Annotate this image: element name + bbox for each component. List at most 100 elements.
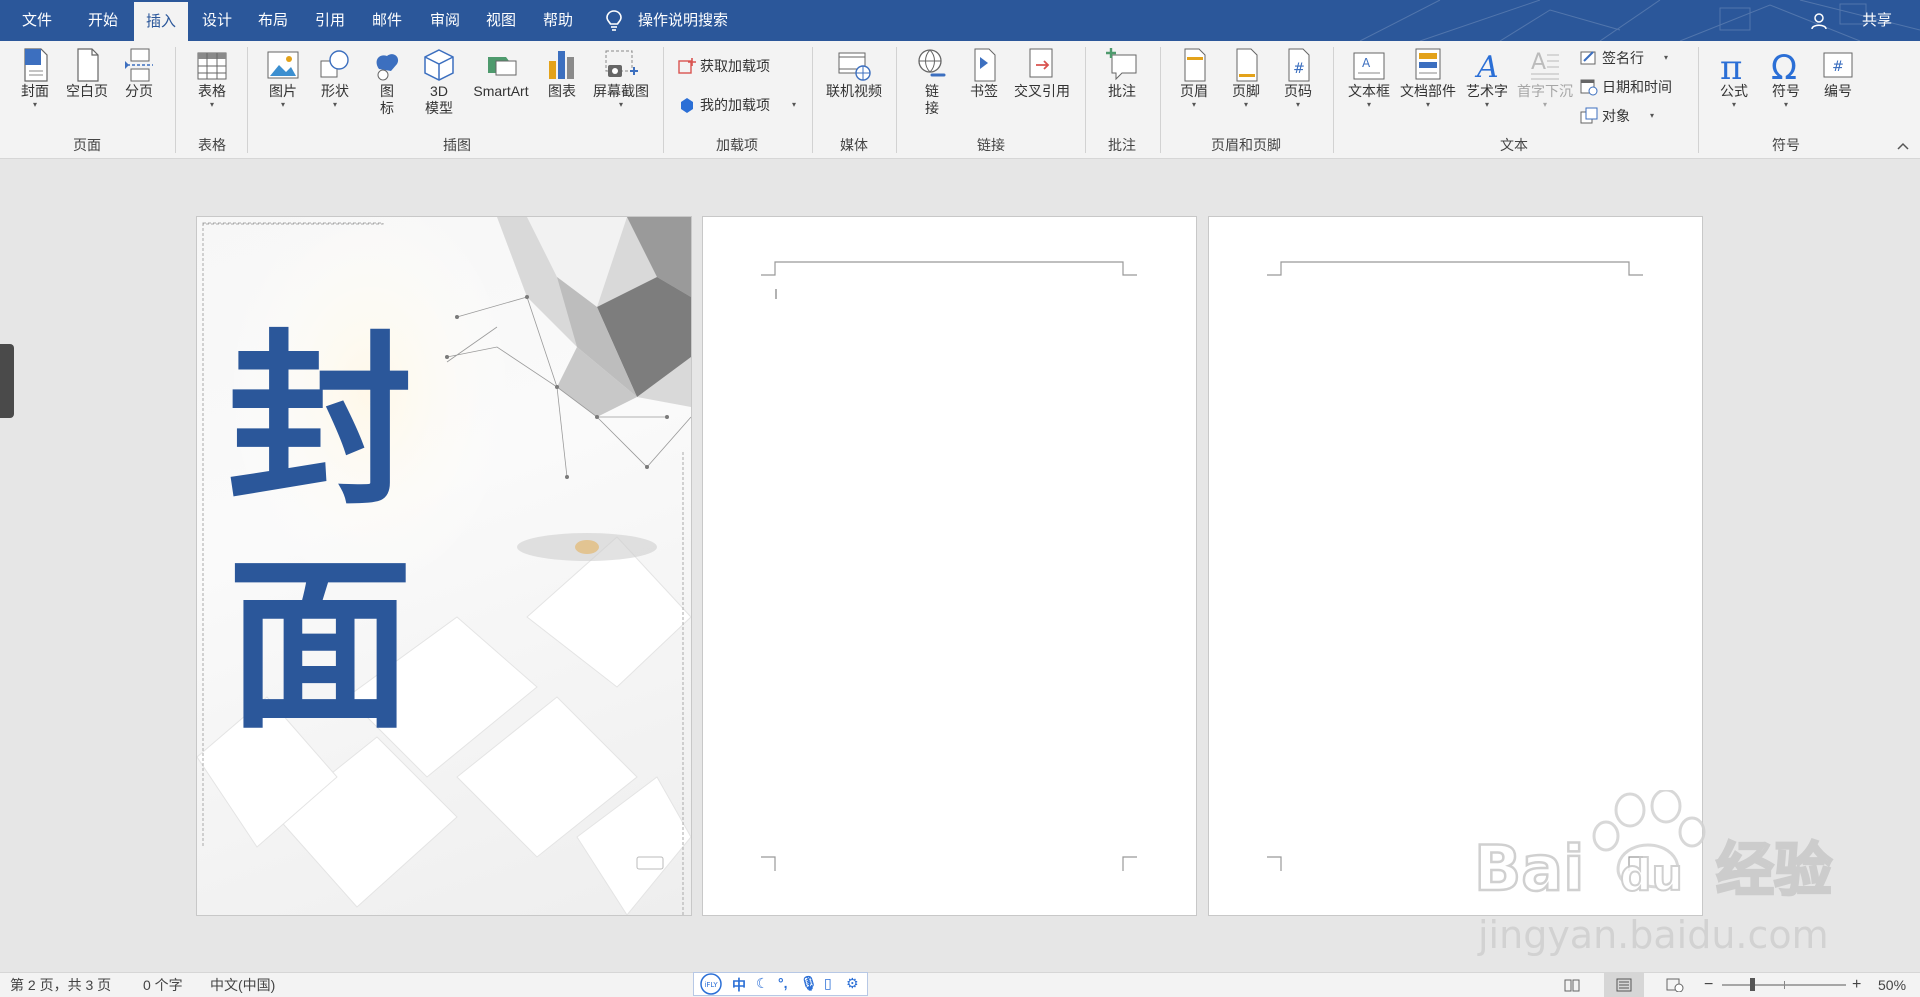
blank-page-button[interactable]: 空白页 — [62, 47, 112, 100]
page-number-button[interactable]: # 页码 ▾ — [1276, 47, 1320, 110]
new-comment-button[interactable]: 批注 — [1096, 47, 1148, 100]
text-box-icon: A — [1353, 52, 1385, 80]
zoom-slider-thumb[interactable] — [1750, 978, 1755, 991]
svg-text:A: A — [1362, 56, 1371, 70]
cover-page-icon — [24, 48, 48, 82]
online-video-button[interactable]: 联机视频 — [822, 47, 886, 100]
keyboard-icon[interactable]: ▯ — [824, 975, 832, 992]
svg-text:#: # — [1293, 61, 1305, 77]
web-layout-icon[interactable] — [1666, 978, 1684, 992]
group-label-links: 链接 — [977, 137, 1005, 153]
chart-button[interactable]: 图表 — [540, 47, 584, 100]
zoom-level[interactable]: 50% — [1878, 973, 1906, 997]
chevron-down-icon: ▾ — [1425, 100, 1430, 109]
group-label-addins: 加载项 — [716, 137, 758, 153]
tab-mailings[interactable]: 邮件 — [360, 0, 414, 41]
shapes-button[interactable]: 形状 ▾ — [312, 47, 358, 110]
language-status[interactable]: 中文(中国) — [210, 973, 275, 997]
3d-models-button[interactable]: 3D 模型 — [414, 47, 464, 117]
tab-home[interactable]: 开始 — [74, 0, 132, 41]
group-separator — [1698, 47, 1699, 153]
header-icon — [1184, 48, 1206, 82]
group-label-illustrations: 插图 — [443, 137, 471, 153]
wordart-button[interactable]: A 艺术字 ▾ — [1462, 47, 1512, 110]
page-count-status[interactable]: 第 2 页，共 3 页 — [10, 973, 111, 997]
bookmark-button[interactable]: 书签 — [962, 47, 1006, 100]
addins-icon — [681, 98, 693, 113]
calendar-clock-icon — [1580, 79, 1598, 96]
moon-icon[interactable]: ☾ — [756, 975, 769, 992]
tab-review[interactable]: 审阅 — [418, 0, 472, 41]
film-globe-icon — [838, 52, 871, 81]
watermark-text-du: du — [1620, 850, 1683, 901]
watermark-text-jingyan: 经验 — [1716, 836, 1832, 904]
group-separator — [1333, 47, 1334, 153]
svg-text:Ω: Ω — [1771, 48, 1797, 83]
icons-button[interactable]: 图 标 — [364, 47, 410, 117]
chevron-down-icon: ▾ — [209, 100, 214, 109]
symbol-button[interactable]: Ω 符号 ▾ — [1762, 47, 1810, 110]
drop-cap-icon: A — [1531, 50, 1559, 80]
document-page-2[interactable] — [702, 216, 1197, 916]
text-box-button[interactable]: A 文本框 ▾ — [1344, 47, 1394, 110]
screenshot-icon — [605, 50, 638, 77]
tab-file[interactable]: 文件 — [8, 0, 66, 41]
cover-page[interactable]: 封 面 — [196, 216, 692, 916]
shapes-icon — [320, 50, 349, 78]
signature-line-button[interactable]: 签名行 ▾ — [1580, 46, 1674, 70]
ime-toolbar[interactable]: iFLY 中 ☾ °, 🎙 ▯ ⚙ — [693, 972, 868, 996]
collapse-ribbon-icon[interactable] — [1896, 139, 1910, 153]
chevron-down-icon: ▾ — [1366, 100, 1371, 109]
wordart-icon: A — [1474, 50, 1499, 83]
page-break-button[interactable]: 分页 — [118, 47, 160, 100]
print-layout-icon — [1616, 978, 1632, 992]
group-separator — [1160, 47, 1161, 153]
equation-button[interactable]: π 公式 ▾ — [1710, 47, 1758, 110]
read-mode-icon[interactable] — [1564, 978, 1580, 992]
chevron-down-icon: ▾ — [1243, 100, 1248, 109]
table-button[interactable]: 表格 ▾ — [188, 47, 236, 110]
share-button[interactable]: 共享 — [1862, 0, 1892, 41]
punctuation-icon[interactable]: °, — [778, 975, 788, 991]
link-button[interactable]: 链 接 — [908, 47, 956, 117]
drop-cap-button[interactable]: A 首字下沉 ▾ — [1514, 47, 1576, 110]
chevron-down-icon: ▾ — [1191, 100, 1196, 109]
chevron-down-icon: ▾ — [618, 100, 623, 109]
person-share-icon — [1811, 13, 1827, 30]
numbering-button[interactable]: # 编号 — [1814, 47, 1862, 100]
cross-reference-button[interactable]: 交叉引用 — [1010, 47, 1074, 100]
tell-me-search[interactable]: 操作说明搜索 — [638, 0, 728, 41]
screenshot-button[interactable]: 屏幕截图 ▾ — [588, 47, 654, 110]
footer-button[interactable]: 页脚 ▾ — [1224, 47, 1268, 110]
signature-pen-icon — [1580, 51, 1596, 65]
tab-help[interactable]: 帮助 — [531, 0, 585, 41]
microphone-icon[interactable]: 🎙 — [800, 975, 818, 992]
pictures-button[interactable]: 图片 ▾ — [260, 47, 306, 110]
header-button[interactable]: 页眉 ▾ — [1172, 47, 1216, 110]
ime-mode-chinese[interactable]: 中 — [732, 975, 746, 995]
tab-layout[interactable]: 布局 — [246, 0, 300, 41]
gear-icon[interactable]: ⚙ — [846, 975, 859, 992]
zoom-in-button[interactable]: + — [1852, 973, 1861, 997]
smartart-button[interactable]: SmartArt — [466, 47, 536, 100]
tab-design[interactable]: 设计 — [190, 0, 244, 41]
watermark-text-bai: Bai — [1474, 832, 1584, 905]
tab-references[interactable]: 引用 — [303, 0, 357, 41]
group-separator — [247, 47, 248, 153]
word-count-status[interactable]: 0 个字 — [143, 973, 183, 997]
print-layout-view-button[interactable] — [1604, 973, 1644, 997]
zoom-out-button[interactable]: − — [1704, 973, 1713, 997]
quick-parts-button[interactable]: 文档部件 ▾ — [1396, 47, 1460, 110]
svg-text:iFLY: iFLY — [704, 981, 718, 989]
side-pane-handle[interactable] — [0, 344, 14, 418]
smartart-icon — [488, 57, 517, 76]
my-addins-button[interactable]: 我的加载项 ▾ — [678, 93, 802, 117]
object-button[interactable]: 对象 ▾ — [1580, 104, 1660, 128]
svg-text:A: A — [1531, 50, 1546, 75]
footer-icon — [1236, 48, 1258, 82]
numbering-icon: # — [1823, 52, 1853, 78]
baidu-watermark-logo: Bai du 经验 jingyan.baidu.com — [1473, 790, 1833, 957]
tab-view[interactable]: 视图 — [474, 0, 528, 41]
cover-page-button[interactable]: 封面 ▾ — [14, 47, 56, 110]
tab-insert[interactable]: 插入 — [134, 2, 188, 41]
